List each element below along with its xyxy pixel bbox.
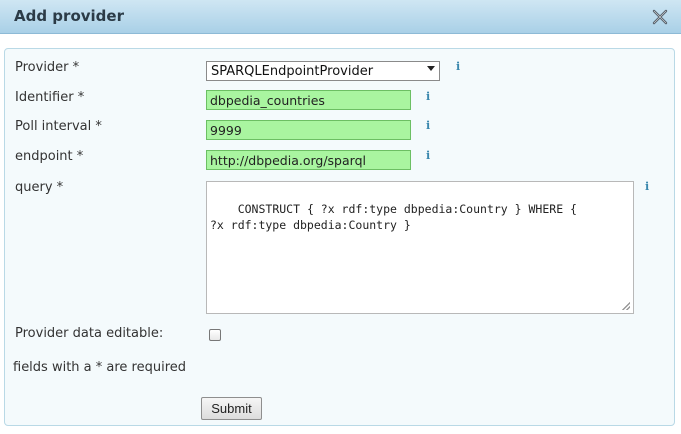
query-text: CONSTRUCT { ?x rdf:type dbpedia:Country … <box>210 202 577 232</box>
endpoint-field[interactable]: http://dbpedia.org/sparql <box>206 150 411 170</box>
identifier-label: Identifier * <box>15 90 85 105</box>
dialog-titlebar[interactable]: Add provider <box>0 0 681 34</box>
query-label: query * <box>15 180 64 195</box>
chevron-down-icon <box>427 66 435 71</box>
poll-interval-field[interactable]: 9999 <box>206 120 411 140</box>
provider-label: Provider * <box>15 60 80 75</box>
dialog-title: Add provider <box>14 7 124 25</box>
info-icon[interactable]: i <box>426 90 430 103</box>
query-textarea[interactable]: CONSTRUCT { ?x rdf:type dbpedia:Country … <box>206 181 634 314</box>
required-note: fields with a * are required <box>13 360 187 375</box>
endpoint-label: endpoint * <box>15 149 84 164</box>
editable-label: Provider data editable: <box>15 326 164 341</box>
editable-checkbox[interactable] <box>209 329 221 341</box>
provider-select[interactable]: SPARQLEndpointProvider <box>206 61 440 81</box>
identifier-field[interactable]: dbpedia_countries <box>206 90 411 110</box>
info-icon[interactable]: i <box>426 119 430 132</box>
info-icon[interactable]: i <box>645 180 649 193</box>
close-icon[interactable] <box>649 6 671 28</box>
poll-interval-label: Poll interval * <box>15 119 102 134</box>
provider-select-value: SPARQLEndpointProvider <box>211 64 374 79</box>
resize-grip-icon[interactable] <box>622 302 630 310</box>
add-provider-dialog: Add provider Provider * SPARQLEndpointPr… <box>0 0 681 434</box>
submit-button[interactable]: Submit <box>201 397 262 420</box>
info-icon[interactable]: i <box>456 60 460 73</box>
info-icon[interactable]: i <box>426 149 430 162</box>
